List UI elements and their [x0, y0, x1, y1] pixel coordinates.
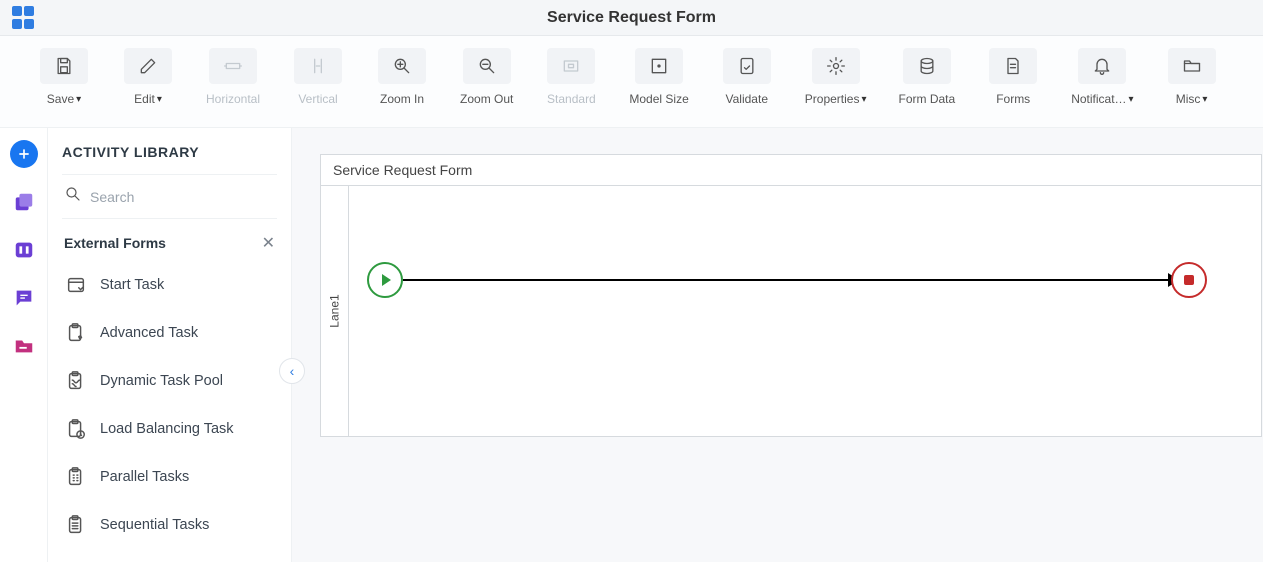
search-input[interactable] [90, 189, 275, 205]
horizontal-icon [209, 48, 257, 84]
zoom-out-button[interactable]: Zoom Out [460, 48, 513, 106]
activity-list: Start Task Advanced Task Dynamic Task Po… [62, 261, 277, 549]
layers-icon[interactable] [10, 188, 38, 216]
validate-label: Validate [726, 92, 768, 106]
validate-button[interactable]: Validate [721, 48, 773, 106]
vertical-button: Vertical [292, 48, 344, 106]
toolbar: Save▾ Edit▾ Horizontal Vertical Zoom In … [0, 36, 1263, 128]
zoom-in-icon [378, 48, 426, 84]
chat-icon[interactable] [10, 284, 38, 312]
close-icon[interactable]: ✕ [262, 233, 275, 253]
save-button[interactable]: Save▾ [38, 48, 90, 106]
model-size-label: Model Size [629, 92, 688, 106]
notifications-button[interactable]: Notificat…▾ [1071, 48, 1133, 106]
start-node[interactable] [367, 262, 403, 298]
notifications-label: Notificat… [1071, 92, 1126, 106]
gear-icon [812, 48, 860, 84]
properties-label: Properties [805, 92, 860, 106]
category-label: External Forms [64, 235, 166, 251]
chevron-left-icon: ‹ [290, 363, 295, 379]
collapse-sidebar-button[interactable]: ‹ [279, 358, 305, 384]
zoom-out-label: Zoom Out [460, 92, 513, 106]
chevron-down-icon: ▾ [157, 94, 162, 105]
activity-parallel-tasks[interactable]: Parallel Tasks [62, 453, 277, 501]
sidebar: ACTIVITY LIBRARY External Forms ✕ Start … [48, 128, 292, 562]
load-balancing-icon [64, 417, 88, 441]
forms-button[interactable]: Forms [987, 48, 1039, 106]
edge[interactable] [403, 279, 1170, 281]
parallel-tasks-icon [64, 465, 88, 489]
bell-icon [1078, 48, 1126, 84]
stop-icon [1184, 275, 1194, 285]
form-data-label: Form Data [899, 92, 956, 106]
canvas[interactable]: Service Request Form Lane1 [292, 128, 1263, 562]
search-icon [64, 185, 82, 208]
advanced-task-icon [64, 321, 88, 345]
save-label: Save [47, 92, 74, 106]
activity-label: Parallel Tasks [100, 469, 189, 485]
category-header: External Forms ✕ [62, 219, 277, 261]
titlebar: Service Request Form [0, 0, 1263, 36]
misc-button[interactable]: Misc▾ [1166, 48, 1218, 106]
lane-label[interactable]: Lane1 [321, 186, 349, 436]
edit-button[interactable]: Edit▾ [122, 48, 174, 106]
activity-label: Sequential Tasks [100, 517, 209, 533]
dynamic-task-pool-icon [64, 369, 88, 393]
zoom-in-label: Zoom In [380, 92, 424, 106]
lane-label-text: Lane1 [328, 294, 342, 327]
save-icon [40, 48, 88, 84]
activity-label: Dynamic Task Pool [100, 373, 223, 389]
play-icon [382, 274, 391, 286]
horizontal-button: Horizontal [206, 48, 260, 106]
chevron-down-icon: ▾ [861, 94, 866, 105]
model-size-icon [635, 48, 683, 84]
diagram[interactable]: Service Request Form Lane1 [320, 154, 1262, 437]
database-icon [903, 48, 951, 84]
activity-start-task[interactable]: Start Task [62, 261, 277, 309]
end-node[interactable] [1171, 262, 1207, 298]
folder-icon [1168, 48, 1216, 84]
add-button[interactable] [10, 140, 38, 168]
validate-icon [723, 48, 771, 84]
folder-rail-icon[interactable] [10, 332, 38, 360]
vertical-label: Vertical [298, 92, 337, 106]
activity-dynamic-task-pool[interactable]: Dynamic Task Pool [62, 357, 277, 405]
activity-advanced-task[interactable]: Advanced Task [62, 309, 277, 357]
edit-icon [124, 48, 172, 84]
activity-label: Advanced Task [100, 325, 198, 341]
start-task-icon [64, 273, 88, 297]
chevron-down-icon: ▾ [1202, 94, 1207, 105]
chevron-down-icon: ▾ [76, 94, 81, 105]
activity-label: Load Balancing Task [100, 421, 234, 437]
horizontal-label: Horizontal [206, 92, 260, 106]
zoom-in-button[interactable]: Zoom In [376, 48, 428, 106]
app-logo-icon[interactable] [12, 6, 36, 30]
activity-sequential-tasks[interactable]: Sequential Tasks [62, 501, 277, 549]
lane-body[interactable] [349, 186, 1261, 436]
misc-label: Misc [1176, 92, 1201, 106]
standard-icon [547, 48, 595, 84]
zoom-out-icon [463, 48, 511, 84]
diagram-title[interactable]: Service Request Form [321, 155, 1261, 186]
standard-button: Standard [545, 48, 597, 106]
sidebar-title: ACTIVITY LIBRARY [62, 144, 277, 160]
chevron-down-icon: ▾ [1129, 94, 1134, 105]
standard-label: Standard [547, 92, 596, 106]
search-row [62, 174, 277, 219]
sequential-tasks-icon [64, 513, 88, 537]
forms-label: Forms [996, 92, 1030, 106]
model-size-button[interactable]: Model Size [629, 48, 688, 106]
vertical-icon [294, 48, 342, 84]
left-rail [0, 128, 48, 562]
properties-button[interactable]: Properties▾ [805, 48, 867, 106]
activity-label: Start Task [100, 277, 164, 293]
document-icon [989, 48, 1037, 84]
form-data-button[interactable]: Form Data [899, 48, 956, 106]
edit-label: Edit [134, 92, 155, 106]
page-title: Service Request Form [0, 9, 1263, 27]
columns-icon[interactable] [10, 236, 38, 264]
activity-load-balancing[interactable]: Load Balancing Task [62, 405, 277, 453]
